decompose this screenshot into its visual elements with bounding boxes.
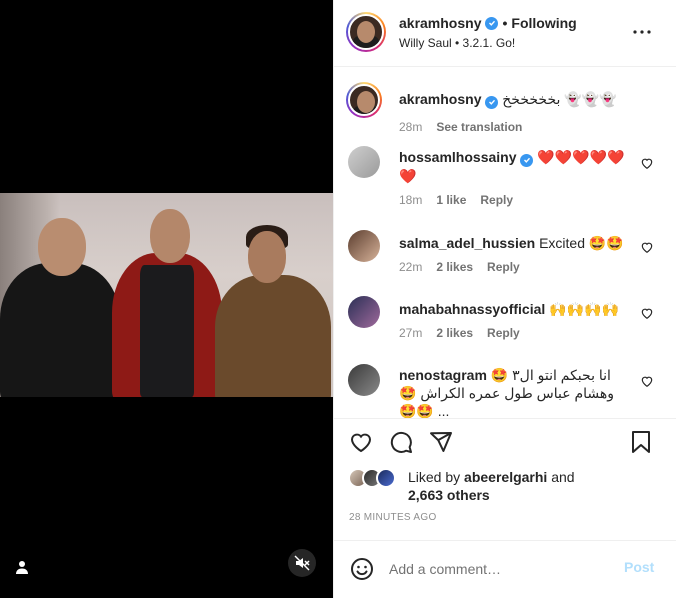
comment-likes[interactable]: 1 like	[436, 193, 466, 207]
others-likes-count[interactable]: 2,663 others	[408, 487, 490, 503]
muted-audio-icon[interactable]	[288, 549, 316, 577]
video-person-1	[0, 263, 120, 397]
liked-by-prefix: Liked by	[408, 469, 461, 485]
comment-username[interactable]: mahabahnassyofficial	[399, 301, 545, 317]
caption-avatar[interactable]	[346, 82, 382, 118]
video-person-2-head	[150, 209, 190, 263]
post-header: akramhosny • Following Willy Saul • 3.2.…	[334, 0, 676, 67]
caption-text: بخخخخخخ 👻👻👻	[502, 91, 617, 107]
more-options-icon[interactable]	[630, 22, 654, 42]
commenter-avatar[interactable]	[348, 296, 380, 328]
caption-time[interactable]: 28m	[399, 120, 422, 134]
comment-text: Excited 🤩🤩	[539, 235, 624, 251]
like-comment-heart-icon[interactable]	[640, 240, 654, 254]
comment-time[interactable]: 22m	[399, 260, 422, 274]
liker-username[interactable]: abeerelgarhi	[464, 469, 547, 485]
share-paper-plane-icon[interactable]	[428, 429, 454, 455]
likes-text: Liked by abeerelgarhi and 2,663 others	[408, 468, 658, 504]
verified-badge-icon	[485, 95, 499, 109]
reply-button[interactable]: Reply	[487, 260, 520, 274]
tagged-users-icon[interactable]	[12, 557, 32, 577]
video-player[interactable]	[0, 0, 333, 598]
author-name-row: akramhosny • Following	[399, 15, 577, 31]
liker-avatar	[376, 468, 396, 488]
comment-meta: 18m 1 like Reply	[399, 193, 513, 207]
author-username[interactable]: akramhosny	[399, 15, 481, 31]
save-bookmark-icon[interactable]	[628, 429, 654, 455]
post-side-panel: akramhosny • Following Willy Saul • 3.2.…	[333, 0, 676, 598]
post-action-bar	[334, 418, 676, 458]
post-timestamp[interactable]: 28 MINUTES AGO	[349, 512, 437, 523]
caption-text-row: akramhosny بخخخخخخ 👻👻👻	[399, 90, 631, 109]
comment-text-row: nenostagram 🤩 انا بحبكم انتو ال٣ 🤩 وهشام…	[399, 366, 631, 418]
comment-time[interactable]: 18m	[399, 193, 422, 207]
like-comment-heart-icon[interactable]	[640, 156, 654, 170]
like-comment-heart-icon[interactable]	[640, 306, 654, 320]
commenter-avatar[interactable]	[348, 230, 380, 262]
add-comment-bar: Post	[334, 540, 676, 598]
following-button[interactable]: Following	[511, 15, 576, 31]
comment-username[interactable]: salma_adel_hussien	[399, 235, 535, 251]
emoji-picker-icon[interactable]	[350, 557, 374, 581]
reply-button[interactable]: Reply	[480, 193, 513, 207]
comments-list[interactable]: akramhosny بخخخخخخ 👻👻👻 28m See translati…	[334, 68, 676, 418]
comment-time[interactable]: 27m	[399, 326, 422, 340]
comment-bubble-icon[interactable]	[388, 429, 414, 455]
comment-likes[interactable]: 2 likes	[436, 326, 473, 340]
video-person-3	[215, 275, 331, 397]
video-person-3-head	[248, 231, 286, 283]
verified-badge-icon	[485, 16, 499, 30]
comment-text-line-3: 🤩🤩 ...	[399, 403, 450, 418]
audio-subtitle[interactable]: Willy Saul • 3.2.1. Go!	[399, 36, 515, 50]
verified-badge-icon	[520, 153, 534, 167]
comment-meta: 27m 2 likes Reply	[399, 326, 520, 340]
comment-text-row: salma_adel_hussien Excited 🤩🤩	[399, 234, 631, 252]
see-translation-link[interactable]: See translation	[436, 120, 522, 134]
liked-by-and: and	[551, 469, 575, 485]
author-avatar[interactable]	[346, 12, 386, 52]
video-frame[interactable]	[0, 193, 333, 397]
comment-input[interactable]	[389, 558, 609, 580]
caption-username[interactable]: akramhosny	[399, 91, 481, 107]
comment-text-line-2: 🤩 وهشام عباس طول عمره الكراش	[399, 385, 615, 401]
video-person-1-head	[38, 218, 86, 276]
comment-username[interactable]: nenostagram	[399, 367, 487, 383]
like-comment-heart-icon[interactable]	[640, 374, 654, 388]
commenter-avatar[interactable]	[348, 364, 380, 396]
comment-text-line-1: 🤩 انا بحبكم انتو ال٣	[490, 367, 611, 383]
comment-text-row: mahabahnassyofficial 🙌🙌🙌🙌	[399, 300, 631, 318]
header-separator: •	[502, 15, 508, 31]
reply-button[interactable]: Reply	[487, 326, 520, 340]
commenter-avatar[interactable]	[348, 146, 380, 178]
like-heart-icon[interactable]	[348, 429, 374, 455]
caption-meta: 28m See translation	[399, 120, 522, 134]
comment-text: 🙌🙌🙌🙌	[549, 301, 619, 317]
comment-meta: 22m 2 likes Reply	[399, 260, 520, 274]
post-comment-button[interactable]: Post	[624, 559, 654, 575]
likers-avatars[interactable]	[348, 468, 408, 488]
comment-text-row: hossamlhossainy ❤️❤️❤️❤️❤️ ❤️	[399, 148, 631, 185]
likes-summary: Liked by abeerelgarhi and 2,663 others	[348, 466, 668, 506]
comment-username[interactable]: hossamlhossainy	[399, 149, 517, 165]
video-person-2	[140, 265, 194, 397]
comment-likes[interactable]: 2 likes	[436, 260, 473, 274]
